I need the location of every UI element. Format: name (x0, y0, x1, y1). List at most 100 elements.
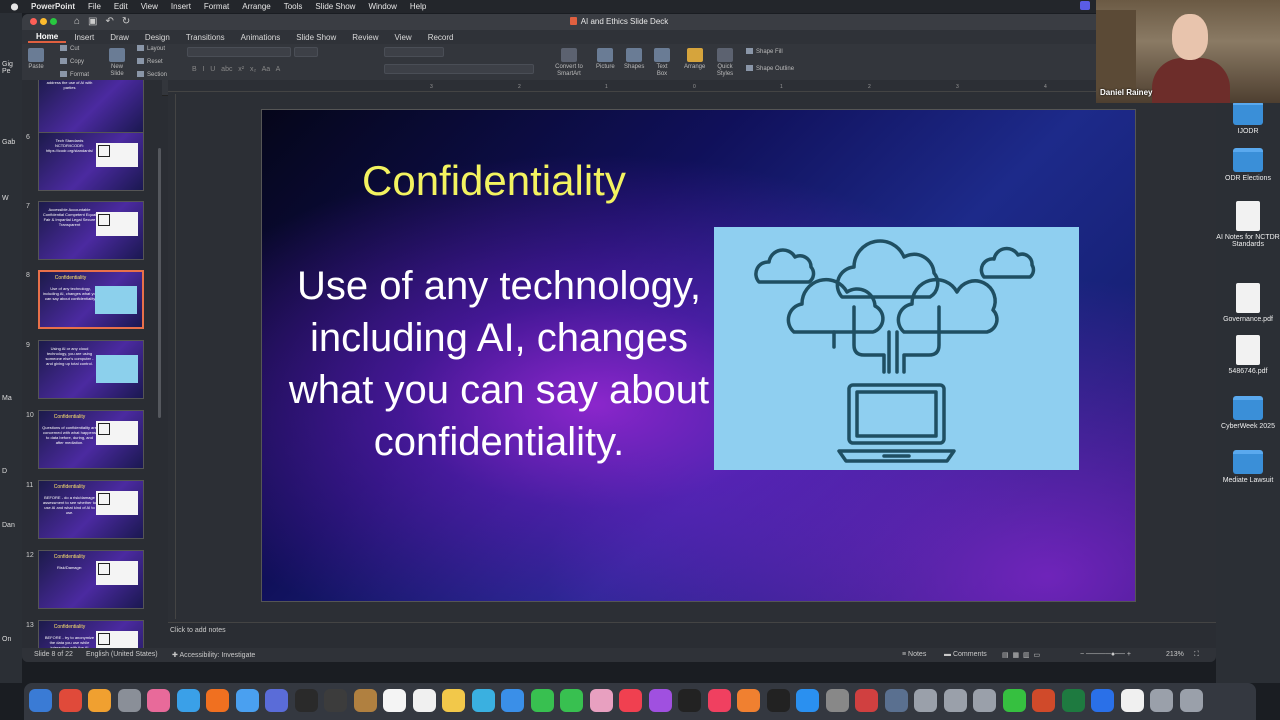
slide-thumbnail[interactable]: Confidentiality BEFORE - try to anonymize… (38, 620, 144, 648)
slide-thumbnail[interactable]: Confidentiality Questions of confidential… (38, 410, 144, 469)
current-slide[interactable]: Confidentiality Use of any technology, i… (261, 109, 1136, 602)
dock-app-icon[interactable] (176, 689, 200, 712)
menu-edit[interactable]: Edit (114, 2, 128, 11)
dock-app-icon[interactable] (973, 689, 996, 712)
accessibility-status[interactable]: ✚ Accessibility: Investigate (172, 651, 255, 659)
zoom-level[interactable]: 213% (1166, 651, 1184, 658)
tab-animations[interactable]: Animations (233, 33, 289, 42)
view-buttons[interactable]: ▤ ▦ ▥ ▭ (1002, 651, 1040, 659)
slide-thumbnail[interactable]: Accessible Accountable Confidential Comp… (38, 201, 144, 260)
dock-app-icon[interactable] (88, 689, 111, 712)
menu-app[interactable]: PowerPoint (31, 2, 75, 11)
tab-slide-show[interactable]: Slide Show (288, 33, 344, 42)
dock-app-icon[interactable] (471, 689, 495, 712)
bullets-field[interactable] (384, 47, 444, 57)
dock-app-icon[interactable] (353, 689, 377, 712)
slide-thumbnail[interactable]: Tech Standards NCTDR/ICODR: https://icod… (38, 132, 144, 191)
dock-app-icon[interactable] (1032, 689, 1055, 712)
dock-app-icon[interactable] (1091, 689, 1114, 712)
apple-icon[interactable] (10, 2, 19, 11)
desktop-file[interactable]: 5486746.pdf (1216, 335, 1280, 375)
dock-app-icon[interactable] (825, 689, 849, 712)
picture-button[interactable]: Picture (596, 48, 615, 70)
tab-transitions[interactable]: Transitions (178, 33, 233, 42)
comments-toggle[interactable]: ▬ Comments (944, 651, 987, 658)
arrange-button[interactable]: Arrange (684, 48, 705, 70)
tab-design[interactable]: Design (137, 33, 178, 42)
dock-app-icon[interactable] (560, 689, 583, 712)
dock-app-icon[interactable] (884, 689, 908, 712)
cut-button[interactable]: Cut (60, 45, 79, 52)
slide-thumbnail[interactable]: Confidentiality BEFORE - do a risk/damage… (38, 480, 144, 539)
screen-share-icon[interactable] (1080, 1, 1090, 10)
language-indicator[interactable]: English (United States) (86, 651, 158, 658)
paste-button[interactable]: Paste (28, 48, 44, 70)
menu-slide-show[interactable]: Slide Show (315, 2, 355, 11)
slide-thumbnail[interactable]: Using AI or any cloud technology, you ar… (38, 340, 144, 399)
dock-app-icon[interactable] (147, 689, 170, 712)
desktop-file[interactable]: Governance.pdf (1216, 283, 1280, 323)
menu-file[interactable]: File (88, 2, 101, 11)
desktop-folder[interactable]: CyberWeek 2025 (1216, 396, 1280, 430)
dock-app-icon[interactable] (1179, 689, 1203, 712)
menu-tools[interactable]: Tools (284, 2, 303, 11)
tab-insert[interactable]: Insert (66, 33, 102, 42)
dock-app-icon[interactable] (324, 689, 347, 712)
layout-button[interactable]: Layout (137, 45, 165, 52)
shape-fill-button[interactable]: Shape Fill (746, 48, 783, 55)
reset-button[interactable]: Reset (137, 58, 163, 65)
dock-app-icon[interactable] (383, 689, 406, 712)
slide-thumbnail[interactable]: Confidentiality Use of any technology, in… (38, 270, 144, 329)
dock-app-icon[interactable] (235, 689, 259, 712)
section-button[interactable]: Section (137, 71, 167, 78)
menu-window[interactable]: Window (368, 2, 396, 11)
notes-toggle[interactable]: ≡ Notes (902, 651, 926, 658)
text-box-button[interactable]: Text Box (654, 48, 670, 78)
zoom-slider[interactable]: − ─────●── + (1080, 651, 1131, 658)
shapes-button[interactable]: Shapes (624, 48, 644, 70)
dock-app-icon[interactable] (855, 689, 878, 712)
notes-pane[interactable]: Click to add notes (168, 622, 1216, 648)
dock-app-icon[interactable] (766, 689, 790, 712)
quick-styles-button[interactable]: Quick Styles (714, 48, 736, 78)
desktop-folder[interactable]: IJODR (1216, 101, 1280, 135)
menu-arrange[interactable]: Arrange (242, 2, 270, 11)
slide-body-text[interactable]: Use of any technology, including AI, cha… (284, 260, 714, 468)
format-painter-button[interactable]: Format (60, 71, 89, 78)
font-name-field[interactable] (187, 47, 291, 57)
dock-app-icon[interactable] (265, 689, 288, 712)
menu-insert[interactable]: Insert (171, 2, 191, 11)
convert-smartart-button[interactable]: Convert to SmartArt (550, 48, 588, 78)
dock-app-icon[interactable] (206, 689, 229, 712)
dock-app-icon[interactable] (117, 689, 141, 712)
dock-app-icon[interactable] (501, 689, 524, 712)
dock-app-icon[interactable] (1150, 689, 1173, 712)
thumbnails-scrollbar[interactable] (158, 148, 161, 418)
font-size-field[interactable] (294, 47, 318, 57)
shape-outline-button[interactable]: Shape Outline (746, 65, 794, 72)
desktop-folder[interactable]: Mediate Lawsuit (1216, 450, 1280, 484)
tab-home[interactable]: Home (28, 32, 67, 43)
slide-thumbnail[interactable]: Confidentiality Risk/Damage: (38, 550, 144, 609)
dock-app-icon[interactable] (648, 689, 672, 712)
dock-app-icon[interactable] (589, 689, 613, 712)
dock-app-icon[interactable] (1120, 689, 1144, 712)
slide-thumbnail[interactable]: address the use of AI with parties (38, 80, 144, 133)
dock-app-icon[interactable] (796, 689, 819, 712)
fit-slide-icon[interactable]: ⛶ (1194, 651, 1199, 659)
slide-title[interactable]: Confidentiality (362, 157, 626, 205)
dock-app-icon[interactable] (707, 689, 731, 712)
desktop-folder[interactable]: ODR Elections (1216, 148, 1280, 182)
dock-app-icon[interactable] (678, 689, 701, 712)
dock-app-icon[interactable] (58, 689, 82, 712)
dock-app-icon[interactable] (1002, 689, 1026, 712)
dock-app-icon[interactable] (1061, 689, 1085, 712)
dock-app-icon[interactable] (914, 689, 937, 712)
dock-app-icon[interactable] (619, 689, 642, 712)
dock-app-icon[interactable] (29, 689, 52, 712)
dock-app-icon[interactable] (737, 689, 760, 712)
new-slide-button[interactable]: New Slide (106, 48, 128, 78)
dock-app-icon[interactable] (530, 689, 554, 712)
alignment-field[interactable] (384, 64, 534, 74)
menu-help[interactable]: Help (410, 2, 426, 11)
